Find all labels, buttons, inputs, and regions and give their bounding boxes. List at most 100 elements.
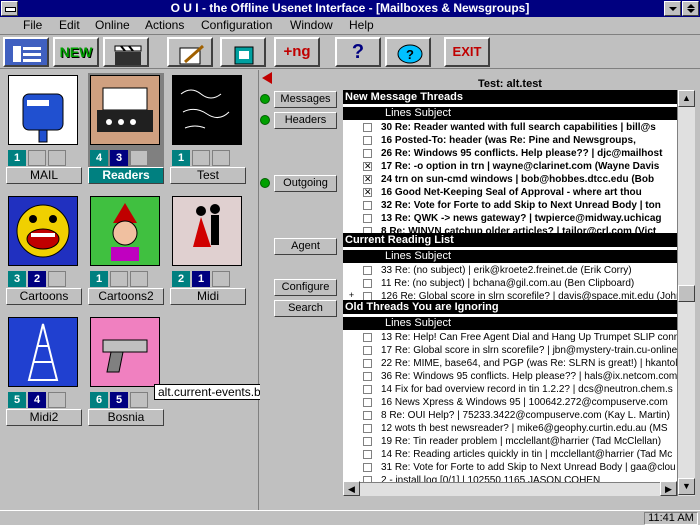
thread-subject: 32 Re: Vote for Forte to add Skip to Nex… [381, 200, 661, 211]
phone-button[interactable] [220, 37, 266, 67]
configure-button[interactable]: Configure [274, 279, 337, 296]
compose-button[interactable] [167, 37, 213, 67]
row-checkbox[interactable]: ✕ [363, 162, 372, 171]
row-checkbox[interactable] [363, 214, 372, 223]
messages-button[interactable]: Messages [274, 91, 337, 108]
new-button[interactable]: NEW [53, 37, 99, 67]
minimize-icon[interactable] [664, 1, 681, 16]
new-count: 5 [110, 392, 128, 408]
other-count [48, 392, 66, 408]
thread-subject: 16 Posted-To: header (was Re: Pine and N… [381, 135, 636, 146]
thread-row[interactable]: 36 Re: Windows 95 conflicts. Help please… [343, 370, 677, 383]
row-checkbox[interactable] [363, 333, 372, 342]
outgoing-button[interactable]: Outgoing [274, 175, 337, 192]
headers-button[interactable]: Headers [274, 112, 337, 129]
thread-row[interactable]: 22 Re: MIME, base64, and PGP (was Re: SL… [343, 357, 677, 370]
thread-row[interactable]: 14 Re: Reading articles quickly in tin |… [343, 448, 677, 461]
help-balloon-button[interactable]: ? [385, 37, 431, 67]
agent-button[interactable]: Agent [274, 238, 337, 255]
other-count [130, 392, 148, 408]
thread-row[interactable]: 32 Re: Vote for Forte to add Skip to Nex… [343, 199, 677, 212]
unread-count: 1 [172, 150, 190, 166]
scroll-thumb[interactable] [678, 285, 695, 302]
row-checkbox[interactable]: ✕ [363, 188, 372, 197]
menu-edit[interactable]: Edit [59, 17, 80, 34]
row-checkbox[interactable] [363, 411, 372, 420]
row-checkbox[interactable] [363, 372, 372, 381]
row-checkbox[interactable] [363, 123, 372, 132]
unread-count: 3 [8, 271, 26, 287]
row-checkbox[interactable] [363, 201, 372, 210]
menu-configuration[interactable]: Configuration [201, 17, 272, 34]
row-checkbox[interactable] [363, 136, 372, 145]
menu-actions[interactable]: Actions [145, 17, 184, 34]
row-checkbox[interactable] [363, 398, 372, 407]
search-button[interactable]: Search [274, 300, 337, 317]
other-count [130, 271, 148, 287]
thread-row[interactable]: ✕ 16 Good Net-Keeping Seal of Approval - … [343, 186, 677, 199]
thread-row[interactable]: 16 Posted-To: header (was Re: Pine and N… [343, 134, 677, 147]
folder-tile-cartoons2[interactable]: 1 Cartoons2 [88, 194, 164, 305]
thread-row[interactable]: ✕ 17 Re: -o option in trn | wayne@clarine… [343, 160, 677, 173]
new-count: 4 [28, 392, 46, 408]
row-checkbox[interactable] [363, 463, 372, 472]
thread-row[interactable]: 13 Re: QWK -> news gateway? | twpierce@m… [343, 212, 677, 225]
row-checkbox[interactable] [363, 266, 372, 275]
thread-subject: 30 Re: Reader wanted with full search ca… [381, 122, 656, 133]
row-checkbox[interactable] [363, 279, 372, 288]
new-count [28, 150, 46, 166]
thread-subject: 22 Re: MIME, base64, and PGP (was Re: SL… [381, 358, 677, 369]
thread-subject: 17 Re: Global score in slrn scorefile? |… [381, 345, 677, 356]
list-icon [13, 44, 41, 62]
new-count: 1 [192, 271, 210, 287]
menu-help[interactable]: Help [349, 17, 374, 34]
scroll-up-icon[interactable]: ▲ [678, 90, 695, 107]
folder-tile-midi2[interactable]: 5 4 Midi2 [6, 315, 82, 426]
scroll-right-icon[interactable]: ▶ [660, 481, 677, 496]
thread-row[interactable]: 11 Re: (no subject) | bchana@gil.com.au … [343, 277, 677, 290]
thread-row[interactable]: 33 Re: (no subject) | erik@kroete2.frein… [343, 264, 677, 277]
section-new-threads: New Message Threads [343, 90, 677, 104]
thread-subject: 19 Re: Tin reader problem | mcclellant@h… [381, 436, 662, 447]
scroll-down-icon[interactable]: ▼ [678, 478, 695, 495]
thread-row[interactable]: 26 Re: Windows 95 conflicts. Help please… [343, 147, 677, 160]
row-checkbox[interactable] [363, 359, 372, 368]
thread-row[interactable]: 17 Re: Global score in slrn scorefile? |… [343, 344, 677, 357]
row-checkbox[interactable] [363, 424, 372, 433]
thread-row[interactable]: 14 Fix for bad overview record in tin 1.… [343, 383, 677, 396]
thread-row[interactable]: 31 Re: Vote for Forte to add Skip to Nex… [343, 461, 677, 474]
folder-tile-bosnia[interactable]: 6 5 Bosnia [88, 315, 164, 426]
folder-tile-readers[interactable]: 4 3 Readers [88, 73, 164, 184]
thread-row[interactable]: 16 News Xpress & Windows 95 | 100642.272… [343, 396, 677, 409]
folder-tile-mail[interactable]: 1 MAIL [6, 73, 82, 184]
thread-row[interactable]: 8 Re: OUI Help? | 75233.3422@compuserve.… [343, 409, 677, 422]
thread-row[interactable]: 19 Re: Tin reader problem | mcclellant@h… [343, 435, 677, 448]
thread-row[interactable]: 30 Re: Reader wanted with full search ca… [343, 121, 677, 134]
exit-button[interactable]: EXIT [444, 37, 490, 67]
menu-online[interactable]: Online [95, 17, 130, 34]
vertical-scrollbar[interactable]: ▲ ▼ [677, 90, 695, 496]
folder-tile-cartoons[interactable]: 3 2 Cartoons [6, 194, 82, 305]
add-newsgroup-button[interactable]: +ng [274, 37, 320, 67]
mailboxes-button[interactable] [3, 37, 49, 67]
thread-row[interactable]: 12 wots th best newsreader? | mike6@geop… [343, 422, 677, 435]
row-checkbox[interactable] [363, 149, 372, 158]
horizontal-scrollbar[interactable]: ◀ ▶ [343, 481, 677, 496]
row-checkbox[interactable] [363, 450, 372, 459]
menu-window[interactable]: Window [290, 17, 333, 34]
row-checkbox[interactable] [363, 346, 372, 355]
clapper-button[interactable] [103, 37, 149, 67]
thread-subject: 16 Good Net-Keeping Seal of Approval - w… [381, 187, 642, 198]
row-checkbox[interactable]: ✕ [363, 175, 372, 184]
help-button[interactable]: ? [335, 37, 381, 67]
restore-icon[interactable] [682, 1, 699, 16]
menu-file[interactable]: File [23, 17, 42, 34]
folder-tile-midi[interactable]: 2 1 Midi [170, 194, 246, 305]
row-checkbox[interactable] [363, 437, 372, 446]
system-menu-icon[interactable] [1, 1, 18, 16]
thread-row[interactable]: ✕ 24 trn on sun-cmd windows | bob@hobbes.… [343, 173, 677, 186]
scroll-left-icon[interactable]: ◀ [343, 481, 360, 496]
folder-tile-test[interactable]: 1 Test [170, 73, 246, 184]
row-checkbox[interactable] [363, 385, 372, 394]
thread-row[interactable]: 13 Re: Help! Can Free Agent Dial and Han… [343, 331, 677, 344]
